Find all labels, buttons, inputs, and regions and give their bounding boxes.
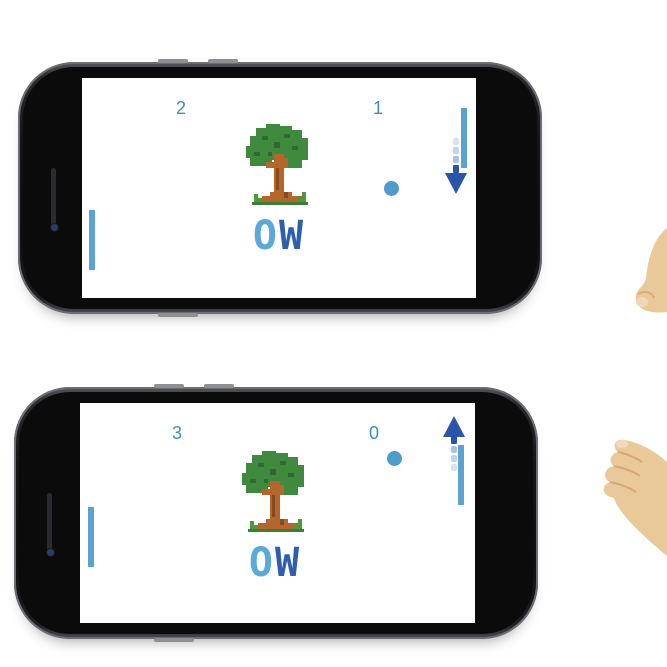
front-camera xyxy=(47,549,54,556)
power-button xyxy=(158,313,198,317)
arrow-down-icon xyxy=(445,138,467,194)
paddle-left[interactable] xyxy=(89,210,95,270)
front-camera xyxy=(51,224,58,231)
volume-button xyxy=(154,384,184,388)
hand-icon xyxy=(635,228,667,313)
ow-text: OW xyxy=(244,216,314,256)
score-left: 2 xyxy=(176,98,187,118)
arrow-up-icon xyxy=(443,416,465,471)
volume-button xyxy=(158,59,188,63)
game-stage: 2 1 OW 3 0 OW xyxy=(0,0,667,667)
hand-icon xyxy=(603,439,667,556)
speaker-grille xyxy=(47,493,52,551)
tree-icon xyxy=(242,451,304,532)
paddle-left[interactable] xyxy=(88,507,94,567)
score-right: 1 xyxy=(373,98,384,118)
game-screen[interactable]: 3 0 OW xyxy=(80,403,475,623)
ow-logo: OW xyxy=(244,122,314,262)
volume-button xyxy=(208,59,238,63)
ball xyxy=(384,181,399,196)
ow-text: OW xyxy=(240,543,310,583)
game-screen[interactable]: 2 1 OW xyxy=(82,78,476,298)
phone-bottom: 3 0 OW xyxy=(14,384,538,642)
ow-logo: OW xyxy=(240,449,310,589)
logo-letter-w: W xyxy=(275,540,302,586)
logo-letter-w: W xyxy=(279,213,306,259)
score-left: 3 xyxy=(172,423,183,443)
speaker-grille xyxy=(51,168,56,226)
volume-button xyxy=(204,384,234,388)
logo-letter-o: O xyxy=(252,213,279,259)
phone-top: 2 1 OW xyxy=(18,59,542,317)
power-button xyxy=(154,638,194,642)
score-right: 0 xyxy=(369,423,380,443)
ball xyxy=(387,451,402,466)
logo-letter-o: O xyxy=(248,540,275,586)
tree-icon xyxy=(246,124,308,205)
